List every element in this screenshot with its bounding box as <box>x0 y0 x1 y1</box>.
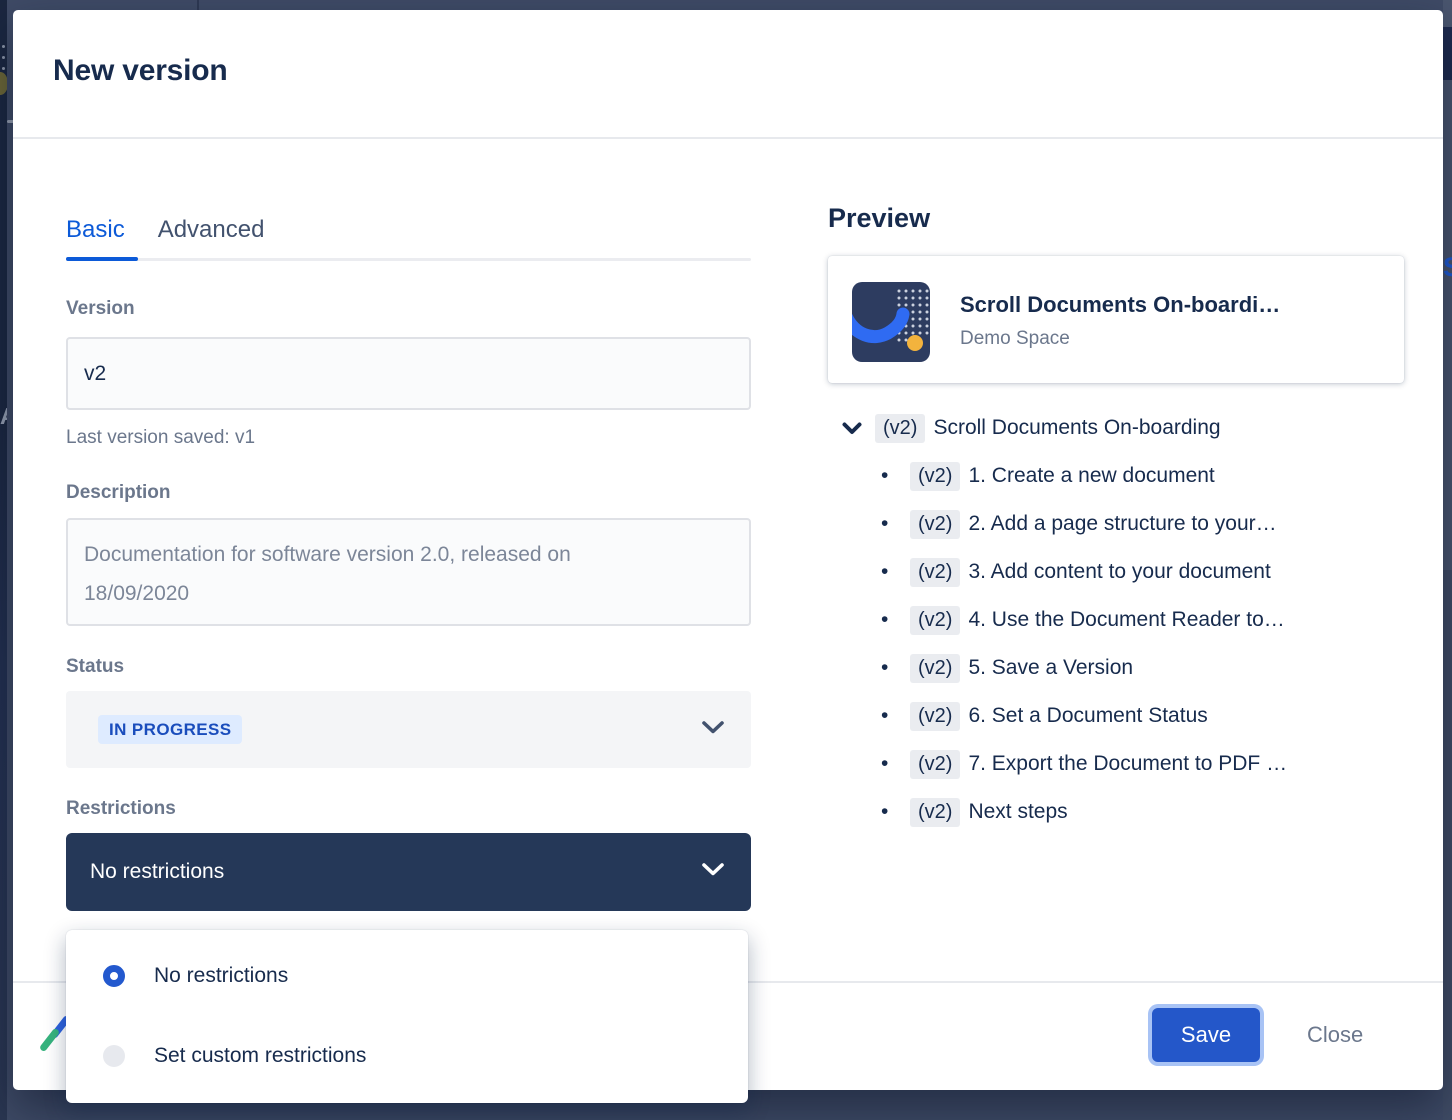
bullet-icon: • <box>878 560 910 584</box>
dimmed-sidebar-strip: A <box>0 0 7 1120</box>
sidebar-dot <box>2 67 5 70</box>
tree-item: •(v2) 3. Add content to your document <box>828 548 1418 596</box>
restrictions-label: Restrictions <box>66 798 176 820</box>
preview-card-subtitle: Demo Space <box>960 328 1070 350</box>
sidebar-dot <box>2 56 5 59</box>
tree-item-title: 1. Create a new document <box>968 464 1214 488</box>
bullet-icon: • <box>878 608 910 632</box>
bullet-icon: • <box>878 464 910 488</box>
bullet-icon: • <box>878 656 910 680</box>
active-tab-underline <box>66 257 138 261</box>
tree-item-title: Next steps <box>968 800 1067 824</box>
sidebar-dot <box>2 45 5 48</box>
close-button[interactable]: Close <box>1307 1022 1363 1048</box>
version-badge: (v2) <box>910 606 960 635</box>
tree-item-title: 3. Add content to your document <box>968 560 1270 584</box>
version-badge: (v2) <box>910 510 960 539</box>
version-badge: (v2) <box>910 702 960 731</box>
bullet-icon: • <box>878 704 910 728</box>
version-badge: (v2) <box>910 798 960 827</box>
tab-bar: Basic Advanced <box>66 216 264 244</box>
header-divider <box>13 137 1443 139</box>
radio-unselected-icon[interactable] <box>103 1045 125 1067</box>
page-fragment-block <box>1443 27 1452 80</box>
page-fragment-band <box>1443 570 1452 1120</box>
restrictions-value: No restrictions <box>90 833 224 911</box>
preview-page-tree: (v2) Scroll Documents On-boarding •(v2)1… <box>828 404 1418 836</box>
dimmed-page-right-strip: S <box>1443 0 1452 1120</box>
option-label: No restrictions <box>154 964 288 988</box>
status-badge: IN PROGRESS <box>98 715 242 744</box>
dialog-title: New version <box>53 54 228 88</box>
preview-heading: Preview <box>828 203 930 234</box>
tree-item: •(v2) 6. Set a Document Status <box>828 692 1418 740</box>
chevron-down-icon <box>701 863 725 882</box>
status-select[interactable]: IN PROGRESS <box>66 691 751 768</box>
option-label: Set custom restrictions <box>154 1044 366 1068</box>
tree-root-title: Scroll Documents On-boarding <box>933 416 1220 440</box>
version-badge: (v2) <box>910 654 960 683</box>
tree-item: •(v2) Next steps <box>828 788 1418 836</box>
chevron-down-icon[interactable] <box>842 422 862 435</box>
description-textarea[interactable]: Documentation for software version 2.0, … <box>66 518 751 626</box>
sidebar-letter-fragment: A <box>0 403 7 430</box>
tree-item-title: 7. Export the Document to PDF … <box>968 752 1287 776</box>
tree-item: •(v2) 2. Add a page structure to your… <box>828 500 1418 548</box>
preview-card-title: Scroll Documents On-boardi… <box>960 292 1280 318</box>
backdrop-seam <box>197 0 199 10</box>
tree-item-title: 4. Use the Document Reader to… <box>968 608 1284 632</box>
version-input[interactable]: v2 <box>66 337 751 410</box>
tree-root-row: (v2) Scroll Documents On-boarding <box>828 404 1418 452</box>
bullet-icon: • <box>878 800 910 824</box>
version-badge: (v2) <box>910 558 960 587</box>
restrictions-dropdown-menu: No restrictions Set custom restrictions <box>66 930 748 1103</box>
tree-item: •(v2) 7. Export the Document to PDF … <box>828 740 1418 788</box>
vendor-logo-icon <box>39 1028 61 1053</box>
version-badge: (v2) <box>875 414 925 443</box>
scroll-document-icon <box>852 282 930 362</box>
version-value: v2 <box>84 339 106 408</box>
tree-item-title: 5. Save a Version <box>968 656 1133 680</box>
tree-item: •(v2) 1. Create a new document <box>828 452 1418 500</box>
tree-item-title: 6. Set a Document Status <box>968 704 1207 728</box>
save-button[interactable]: Save <box>1152 1008 1260 1062</box>
tab-track <box>66 258 751 261</box>
tree-item-title: 2. Add a page structure to your… <box>968 512 1276 536</box>
new-version-dialog: New version Basic Advanced Version v2 La… <box>13 10 1443 1090</box>
option-no-restrictions[interactable]: No restrictions <box>66 941 748 1011</box>
bullet-icon: • <box>878 752 910 776</box>
tree-item: •(v2) 5. Save a Version <box>828 644 1418 692</box>
description-placeholder: Documentation for software version 2.0, … <box>84 535 644 613</box>
restrictions-select[interactable]: No restrictions <box>66 833 751 911</box>
sidebar-avatar-fragment <box>0 72 7 95</box>
option-set-custom-restrictions[interactable]: Set custom restrictions <box>66 1021 748 1091</box>
version-badge: (v2) <box>910 750 960 779</box>
chevron-down-icon <box>701 720 725 739</box>
version-helper-text: Last version saved: v1 <box>66 427 255 449</box>
status-label: Status <box>66 656 124 678</box>
description-label: Description <box>66 482 171 504</box>
page-letter-fragment: S <box>1443 252 1452 283</box>
document-preview-card: Scroll Documents On-boardi… Demo Space <box>828 256 1404 383</box>
radio-selected-icon[interactable] <box>103 965 125 987</box>
tab-advanced[interactable]: Advanced <box>158 216 265 244</box>
tab-basic[interactable]: Basic <box>66 216 125 244</box>
tree-item: •(v2) 4. Use the Document Reader to… <box>828 596 1418 644</box>
screen: { "backdrop": { "sidebar_letter_fragment… <box>0 0 1452 1120</box>
version-label: Version <box>66 298 135 320</box>
bullet-icon: • <box>878 512 910 536</box>
version-badge: (v2) <box>910 462 960 491</box>
